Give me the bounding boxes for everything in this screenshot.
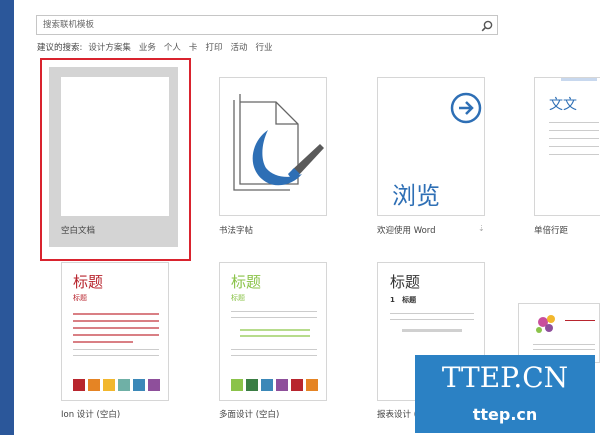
text-line [231, 317, 317, 318]
color-swatch [133, 379, 145, 391]
search-input[interactable] [37, 16, 483, 34]
color-swatch [261, 379, 273, 391]
color-swatch [306, 379, 318, 391]
suggestion-link[interactable]: 设计方案集 [88, 43, 131, 53]
welcome-heading: 浏览 [392, 182, 440, 210]
search-box [36, 15, 498, 35]
text-line [549, 146, 599, 147]
calligraphy-thumbnail [219, 77, 327, 216]
text-line [231, 355, 317, 356]
text-line [73, 349, 159, 350]
text-line [73, 334, 159, 336]
text-line [565, 320, 595, 321]
welcome-thumbnail: 浏览 [377, 77, 485, 216]
text-line [231, 311, 317, 312]
pin-icon[interactable]: ⇣ [478, 224, 485, 233]
partial-template-thumbnail [518, 303, 600, 363]
suggestion-link[interactable]: 个人 [164, 43, 181, 53]
text-line [73, 341, 133, 343]
ion-subheading: 标题 [73, 294, 87, 302]
color-swatch [231, 379, 243, 391]
watermark-big-text: TTEP.CN [441, 361, 569, 394]
color-swatch [148, 379, 160, 391]
single-spaced-thumbnail: 文文 [534, 77, 600, 216]
text-line [240, 335, 310, 337]
watermark-small-text: ttep.cn [472, 405, 538, 424]
color-swatch [103, 379, 115, 391]
calligraphy-brush-icon [233, 94, 324, 191]
report-heading: 标题 [390, 273, 421, 291]
text-line [549, 130, 599, 131]
template-caption: 欢迎使用 Word [377, 226, 436, 236]
suggestion-link[interactable]: 卡 [189, 43, 198, 53]
text-line [549, 154, 599, 155]
color-swatch [291, 379, 303, 391]
text-line [73, 313, 159, 315]
single-spaced-heading: 文文 [549, 97, 577, 113]
color-swatch [276, 379, 288, 391]
template-caption: 书法字帖 [219, 226, 254, 236]
text-line [73, 320, 159, 322]
ion-thumbnail: 标题 标题 [61, 262, 169, 401]
selection-highlight [40, 58, 191, 261]
facet-heading: 标题 [231, 273, 262, 291]
template-caption: 单倍行距 [534, 226, 569, 236]
text-line [390, 313, 474, 314]
suggestion-link[interactable]: 业务 [139, 43, 156, 53]
suggested-searches: 建议的搜索: 设计方案集 业务 个人卡打印 活动 行业 [37, 41, 280, 53]
text-line [533, 344, 595, 345]
flower-decoration-icon [536, 315, 555, 333]
text-line [240, 329, 310, 331]
color-swatch [118, 379, 130, 391]
ion-heading: 标题 [73, 273, 104, 291]
suggestion-link[interactable]: 行业 [255, 43, 272, 53]
text-line [73, 355, 159, 356]
word-blue-sidebar [0, 0, 14, 435]
facet-thumbnail: 标题 标题 [219, 262, 327, 401]
search-icon [481, 20, 493, 32]
template-caption: 多面设计 (空白) [219, 410, 280, 420]
suggestion-link[interactable]: 活动 [230, 43, 247, 53]
text-line [549, 138, 599, 139]
text-line [533, 349, 595, 350]
text-line [73, 327, 159, 329]
color-swatch [246, 379, 258, 391]
color-bar [561, 78, 597, 81]
suggestion-link[interactable]: 打印 [205, 43, 222, 53]
color-swatch [88, 379, 100, 391]
text-line [231, 349, 317, 350]
color-swatch [73, 379, 85, 391]
suggested-searches-label: 建议的搜索: [37, 43, 83, 53]
text-line [402, 329, 462, 332]
arrow-right-circle-icon [450, 92, 482, 124]
report-subheading: 1 标题 [390, 296, 417, 304]
facet-subheading: 标题 [231, 294, 245, 302]
search-button[interactable] [480, 18, 494, 32]
text-line [390, 319, 474, 320]
template-caption: Ion 设计 (空白) [61, 410, 121, 420]
text-line [549, 122, 599, 123]
site-watermark: TTEP.CN ttep.cn [415, 355, 595, 433]
